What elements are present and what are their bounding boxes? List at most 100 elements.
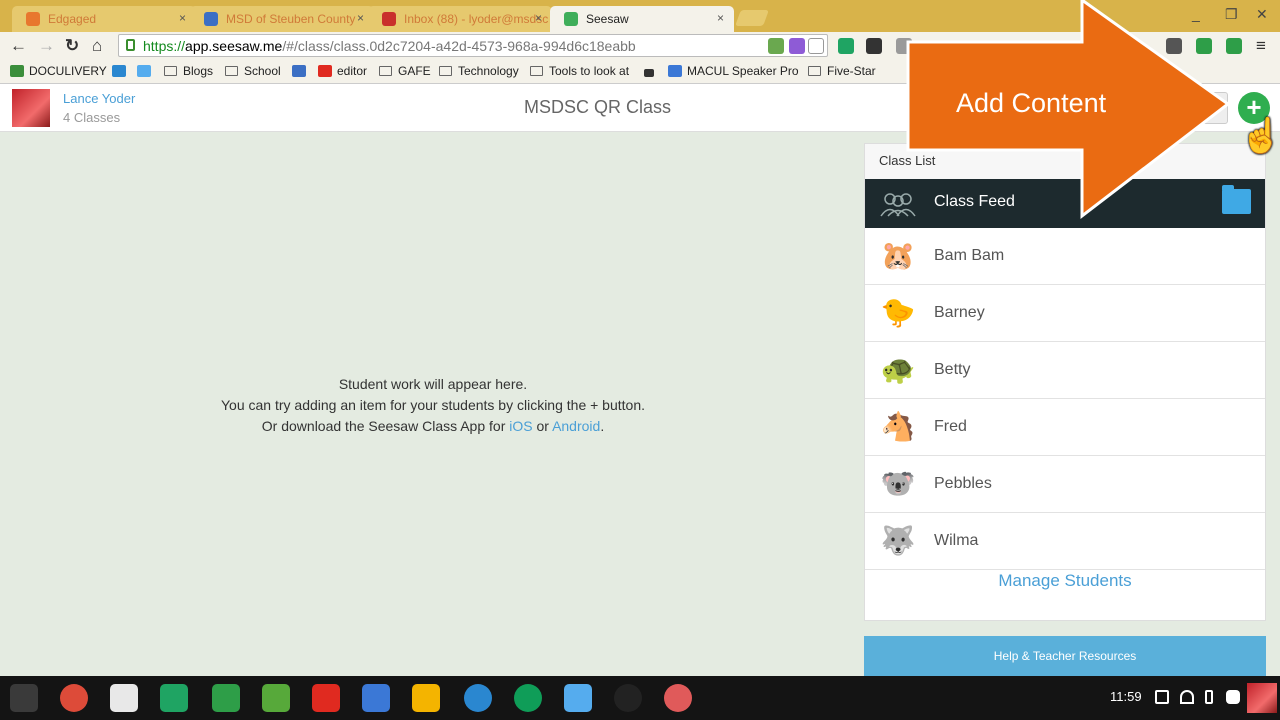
empty-line: You can try adding an item for your stud… [220,397,645,413]
tab-seesaw[interactable]: Seesaw × [550,6,734,32]
screencastify-icon[interactable] [664,684,692,712]
bookmark-label: Technology [458,64,519,78]
help-resources-button[interactable]: Help & Teacher Resources [864,636,1266,676]
twitter-icon [137,65,151,77]
bookmark-site[interactable] [137,64,156,78]
download-text: Or download the Seesaw Class App for [261,418,506,434]
panel-header: Class List [865,144,1265,179]
bookmark-site[interactable] [644,64,659,78]
hamster-icon: 🐹 [880,240,916,271]
keep-icon[interactable] [412,684,440,712]
bookmark-label: MACUL Speaker Pro [687,64,799,78]
classroom-icon[interactable] [212,684,240,712]
student-item[interactable]: 🐴 Fred [865,399,1265,456]
calendar-icon[interactable] [362,684,390,712]
search-button[interactable] [1180,92,1228,124]
class-feed-label: Class Feed [934,193,1015,210]
doculivery-icon [10,65,24,77]
close-window-icon[interactable]: ✕ [1256,6,1268,23]
student-item[interactable]: 🐤 Barney [865,285,1265,342]
bookmark-macul[interactable]: MACUL Speaker Pro [668,64,799,78]
camera-icon[interactable] [614,684,642,712]
bookmark-tools[interactable]: Tools to look at [530,64,629,78]
drive-icon[interactable] [160,684,188,712]
student-item[interactable]: 🐺 Wilma [865,513,1265,570]
extension-icon[interactable] [1226,38,1242,54]
bookmark-five-star[interactable]: Five-Star [808,64,876,78]
files-icon[interactable] [464,684,492,712]
bookmark-blogs[interactable]: Blogs [164,64,213,78]
star-icon[interactable] [808,38,824,54]
drive-icon[interactable] [838,38,854,54]
address-bar[interactable]: https://app.seesaw.me/#/class/class.0d2c… [118,34,828,57]
bookmark-gafe[interactable]: GAFE [379,64,431,78]
student-name: Betty [934,361,971,378]
bookmark-school[interactable]: School [225,64,281,78]
folder-icon [379,66,392,76]
class-feed-item[interactable]: Class Feed [865,179,1265,228]
calendar-icon [292,65,306,77]
bookmark-technology[interactable]: Technology [439,64,519,78]
reload-icon[interactable]: ↻ [65,36,79,56]
chick-icon: 🐤 [880,297,916,328]
hangouts-icon[interactable] [514,684,542,712]
notification-icon[interactable] [1155,690,1169,704]
close-tab-icon[interactable]: × [179,11,186,25]
forward-icon[interactable]: → [38,36,55,56]
minimize-icon[interactable]: _ [1192,6,1200,22]
gmail-icon[interactable] [110,684,138,712]
youtube-icon[interactable] [312,684,340,712]
kahoot-icon [112,65,126,77]
tab-edgaged[interactable]: Edgaged × [12,6,196,32]
battery-icon[interactable] [1205,690,1213,704]
close-tab-icon[interactable]: × [535,11,542,25]
docs-icon [668,65,682,77]
new-tab-button[interactable] [735,10,769,26]
link-icon[interactable] [1166,38,1182,54]
bookmark-doculivery[interactable]: DOCULIVERY [10,64,107,78]
bookmark-editor[interactable]: editor [318,64,367,78]
bookmark-site[interactable] [112,64,131,78]
launcher-search-icon[interactable] [10,684,38,712]
ios-link[interactable]: iOS [509,418,532,434]
bookmark-site[interactable] [292,64,311,78]
tab-inbox[interactable]: Inbox (88) - lyoder@msdsc × [368,6,552,32]
tab-msd-steuben[interactable]: MSD of Steuben County × [190,6,374,32]
wifi-icon[interactable] [1180,690,1194,704]
android-link[interactable]: Android [552,418,600,434]
browser-toolbar: ← → ↻ ⌂ https://app.seesaw.me/#/class/cl… [0,32,1280,60]
close-tab-icon[interactable]: × [717,11,724,25]
tab-title: MSD of Steuben County [226,12,356,26]
avatar[interactable] [1247,683,1277,713]
home-icon[interactable]: ⌂ [92,36,102,56]
bookmark-label: DOCULIVERY [29,64,107,78]
extension-icon[interactable] [789,38,805,54]
people-icon [880,193,916,217]
hand-icon[interactable] [1226,690,1240,704]
extension-icon[interactable] [896,38,912,54]
restore-icon[interactable]: ❐ [1225,6,1238,23]
student-item[interactable]: 🐨 Pebbles [865,456,1265,513]
extension-icon[interactable] [866,38,882,54]
twitter-icon[interactable] [564,684,592,712]
bookmark-label: Five-Star [827,64,876,78]
bookmark-label: GAFE [398,64,431,78]
url-path: /#/class/class.0d2c7204-a42d-4573-968a-9… [282,38,636,54]
folder-icon[interactable] [1222,185,1251,214]
turtle-icon: 🐢 [880,354,916,385]
tab-title: Seesaw [586,12,629,26]
classroom-icon[interactable] [1196,38,1212,54]
student-item[interactable]: 🐹 Bam Bam [865,228,1265,285]
hand-cursor-icon: ☝ [1240,117,1280,155]
chrome-icon[interactable] [60,684,88,712]
student-item[interactable]: 🐢 Betty [865,342,1265,399]
lock-icon [126,39,135,51]
menu-icon[interactable]: ≡ [1256,36,1266,56]
back-icon[interactable]: ← [10,36,27,56]
extension-icon[interactable] [768,38,784,54]
evernote-icon[interactable] [262,684,290,712]
manage-students-link[interactable]: Manage Students [865,571,1265,591]
bookmark-label: Tools to look at [549,64,630,78]
close-tab-icon[interactable]: × [357,11,364,25]
clock[interactable]: 11:59 [1110,689,1142,704]
